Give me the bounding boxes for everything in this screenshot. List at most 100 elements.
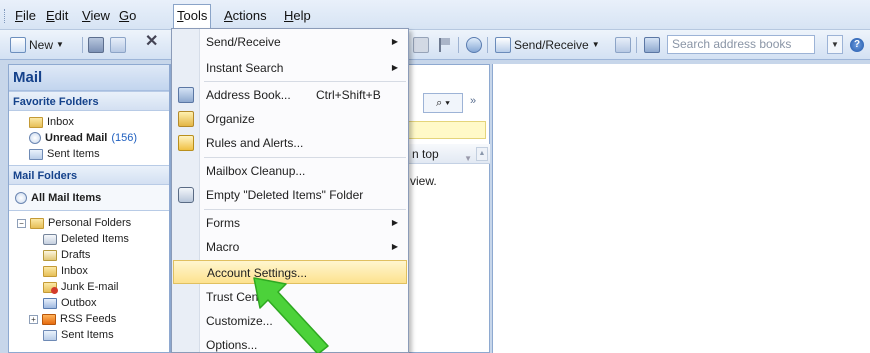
menu-edit[interactable]: Edit	[43, 6, 71, 26]
menu-item-forms[interactable]: Forms ▶	[172, 211, 408, 235]
submenu-arrow-icon: ▶	[391, 218, 398, 227]
rules-alerts-icon	[178, 135, 194, 151]
empty-view-text: view.	[410, 174, 437, 188]
rss-feed-icon	[42, 313, 56, 325]
search-address-books-dropdown[interactable]: ▼	[827, 35, 843, 54]
menu-item-send-receive[interactable]: Send/Receive ▶	[172, 30, 408, 54]
refresh-icon	[466, 37, 482, 53]
mail-folders-header[interactable]: Mail Folders	[9, 165, 169, 185]
submenu-arrow-icon: ▶	[391, 242, 398, 251]
menu-file[interactable]: File	[12, 6, 39, 26]
expand-query-icon[interactable]: »	[470, 95, 476, 107]
reading-pane	[492, 64, 870, 353]
find-icon	[615, 37, 631, 53]
folder-rss-feeds[interactable]: + RSS Feeds	[29, 311, 169, 327]
print-icon	[88, 37, 104, 53]
folder-deleted-items[interactable]: Deleted Items	[43, 231, 169, 247]
folder-outbox[interactable]: Outbox	[43, 295, 169, 311]
favorite-unread-mail[interactable]: Unread Mail (156)	[29, 130, 169, 146]
organize-icon	[178, 111, 194, 127]
address-book-button[interactable]	[644, 36, 660, 54]
favorite-inbox[interactable]: Inbox	[29, 114, 169, 130]
refresh-button[interactable]	[466, 36, 482, 54]
categorize-icon	[413, 37, 429, 53]
favorite-folders-header[interactable]: Favorite Folders	[9, 91, 169, 111]
chevron-down-icon[interactable]: ▼	[56, 36, 64, 54]
folder-icon	[29, 116, 43, 128]
move-to-folder-button[interactable]	[110, 36, 126, 54]
chevron-down-icon: ▼	[464, 154, 472, 163]
folder-junk-email[interactable]: Junk E-mail	[43, 279, 169, 295]
menu-item-macro[interactable]: Macro ▶	[172, 235, 408, 259]
menu-item-mailbox-cleanup[interactable]: Mailbox Cleanup...	[172, 159, 408, 183]
sent-items-icon	[29, 148, 43, 160]
find-contact-button[interactable]	[615, 36, 631, 54]
personal-folders-icon	[30, 217, 44, 229]
favorite-sent-items[interactable]: Sent Items	[29, 146, 169, 162]
arrange-by-header[interactable]: n top ▼ ▲	[408, 144, 490, 164]
scroll-up-icon[interactable]: ▲	[476, 147, 488, 161]
delete-icon: ✕	[145, 33, 159, 50]
toolbar-separator	[458, 37, 459, 53]
folder-icon	[43, 265, 57, 277]
delete-button[interactable]: ✕	[145, 33, 158, 51]
search-address-books-input[interactable]: Search address books	[667, 35, 815, 54]
address-book-icon	[644, 37, 660, 53]
menu-tools[interactable]: Tools	[173, 4, 212, 28]
drafts-icon	[43, 249, 57, 261]
outbox-icon	[43, 297, 57, 309]
toolbar-separator	[487, 37, 488, 53]
new-mail-icon	[10, 37, 26, 53]
menu-item-empty-deleted-items[interactable]: Empty "Deleted Items" Folder	[172, 183, 408, 207]
chevron-down-icon: ▼	[831, 40, 839, 49]
menu-item-rules-and-alerts[interactable]: Rules and Alerts...	[172, 131, 408, 155]
flag-icon	[437, 37, 451, 53]
send-receive-button[interactable]: Send/Receive ▼	[495, 36, 600, 54]
deleted-items-icon	[43, 233, 57, 245]
menu-item-organize[interactable]: Organize	[172, 107, 408, 131]
folder-inbox[interactable]: Inbox	[43, 263, 169, 279]
sent-items-icon	[43, 329, 57, 341]
menu-item-instant-search[interactable]: Instant Search ▶	[172, 56, 408, 80]
folder-drafts[interactable]: Drafts	[43, 247, 169, 263]
send-receive-icon	[495, 37, 511, 53]
move-folder-icon	[110, 37, 126, 53]
menu-separator	[204, 157, 406, 158]
menu-actions[interactable]: Actions	[221, 6, 270, 26]
collapse-icon[interactable]: −	[17, 218, 26, 228]
menu-item-address-book[interactable]: Address Book... Ctrl+Shift+B	[172, 83, 408, 107]
help-icon[interactable]: ?	[850, 38, 864, 52]
expand-icon[interactable]: +	[29, 314, 38, 324]
menu-separator	[204, 209, 406, 210]
folder-sent-items[interactable]: Sent Items	[43, 327, 169, 343]
print-button[interactable]	[88, 36, 104, 54]
all-mail-items[interactable]: All Mail Items	[9, 185, 169, 211]
toolbar-separator	[82, 37, 83, 53]
instant-search-box[interactable]	[408, 121, 486, 139]
submenu-arrow-icon: ▶	[391, 37, 398, 46]
submenu-arrow-icon: ▶	[391, 63, 398, 72]
menu-file-label: ile	[22, 8, 36, 23]
menu-view[interactable]: View	[79, 6, 113, 26]
address-book-icon	[178, 87, 194, 103]
chevron-down-icon[interactable]: ▼	[592, 36, 600, 54]
nav-pane-title: Mail	[9, 65, 169, 91]
search-icon: ⌕ ▾	[436, 97, 450, 109]
follow-up-button[interactable]	[437, 36, 451, 54]
search-options-button[interactable]: ⌕ ▾	[423, 93, 463, 113]
toolbar-separator	[636, 37, 637, 53]
menu-help[interactable]: Help	[281, 6, 314, 26]
search-folder-icon	[15, 191, 27, 204]
menu-separator	[204, 81, 406, 82]
empty-trash-icon	[178, 187, 194, 203]
green-pointer-arrow-icon	[253, 277, 329, 353]
personal-folders[interactable]: − Personal Folders	[17, 215, 169, 231]
menu-go[interactable]: Go	[116, 6, 139, 26]
categorize-button[interactable]	[413, 36, 429, 54]
search-folder-icon	[29, 132, 41, 144]
junk-mail-icon	[43, 281, 58, 294]
menubar-grip[interactable]	[4, 9, 7, 23]
new-button[interactable]: New ▼	[10, 36, 64, 54]
navigation-pane: Mail Favorite Folders Inbox Unread Mail …	[8, 64, 170, 353]
menu-bar: File Edit View Go Tools Actions Help	[0, 0, 870, 30]
